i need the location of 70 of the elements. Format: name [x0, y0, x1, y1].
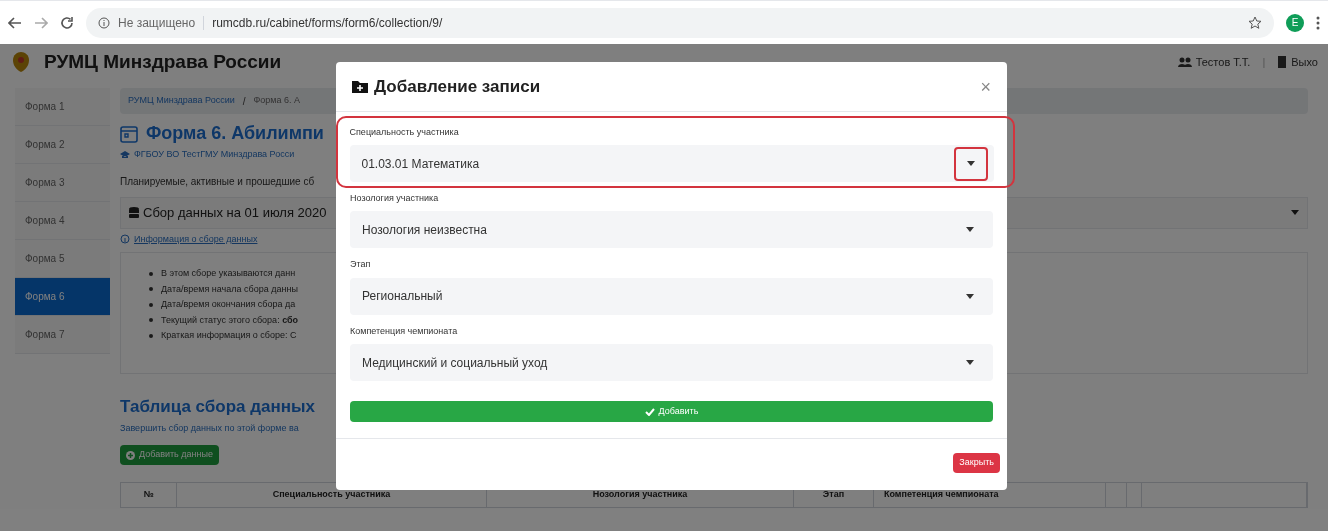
sidebar-item[interactable]: Форма 5	[15, 240, 110, 278]
security-label: Не защищено	[118, 14, 196, 32]
add-data-button[interactable]: Добавить данные	[120, 445, 219, 465]
bullet-icon	[149, 287, 153, 292]
organization-link[interactable]: ФГБОУ ВО ТестГМУ Минздрава Росси	[134, 148, 295, 162]
plus-circle-icon	[126, 450, 135, 460]
user-link[interactable]: Тестов Т.Т.	[1195, 53, 1251, 71]
address-bar[interactable]: Не защищено rumcdb.ru/cabinet/forms/form6/collection/9/	[86, 7, 1274, 38]
finish-link[interactable]: Завершить сбор данных по этой форме ва	[120, 421, 299, 435]
star-icon[interactable]	[1248, 15, 1262, 30]
calendar-icon	[120, 124, 138, 143]
modal-title: Добавление записи	[374, 75, 541, 98]
field-label: Нозология участника	[350, 191, 440, 205]
section-title: Таблица сбора данных	[120, 396, 315, 418]
caret-icon	[966, 360, 974, 365]
column-header: №	[143, 488, 154, 502]
bullet-icon	[149, 271, 153, 276]
separator: |	[1262, 54, 1266, 70]
avatar[interactable]: E	[1286, 13, 1304, 32]
caret-icon	[966, 227, 974, 232]
bullet-icon	[149, 318, 153, 323]
reload-icon[interactable]	[60, 15, 74, 30]
intro-text: Планируемые, активные и прошедшие сб	[120, 174, 315, 189]
users-icon	[1177, 57, 1192, 67]
close-dialog-button[interactable]: Закрыть	[953, 453, 1000, 473]
logout-link[interactable]: Выхо	[1291, 53, 1318, 71]
submit-button[interactable]: Добавить	[350, 401, 993, 422]
sidebar-item[interactable]: Форма 3	[15, 164, 110, 202]
sidebar-item[interactable]: Форма 1	[15, 88, 110, 126]
collection-label: Сбор данных на 01 июля 2020	[143, 203, 327, 222]
sidebar-item[interactable]: Форма 4	[15, 202, 110, 240]
url-text: rumcdb.ru/cabinet/forms/form6/collection/9/	[212, 14, 443, 32]
select-field[interactable]: Нозология неизвестна	[350, 211, 993, 248]
info-icon[interactable]	[98, 16, 110, 29]
breadcrumb-link[interactable]: РУМЦ Минздрава России	[128, 94, 235, 108]
select-field[interactable]: 01.03.01 Математика	[349, 145, 994, 182]
menu-icon[interactable]	[1316, 15, 1320, 30]
column-header: Специальность участника	[272, 488, 391, 502]
sidebar-item[interactable]: Форма 2	[15, 126, 110, 164]
caret-icon	[966, 293, 974, 299]
info-circle-icon	[120, 234, 130, 245]
page-title: Форма 6. Абилимпи	[146, 122, 324, 145]
info-item: Дата/время окончания сбора да	[161, 298, 296, 311]
sidebar-item[interactable]: Форма 7	[15, 316, 110, 354]
back-icon[interactable]	[8, 15, 22, 30]
site-title: РУМЦ Минздрава России	[44, 49, 282, 74]
info-item: Текущий статус этого сбора: сбо	[161, 313, 299, 327]
info-link[interactable]: Информация о сборе данных	[134, 232, 258, 246]
sidebar-item[interactable]: Форма 6	[15, 278, 110, 316]
select-field[interactable]: Региональный	[350, 277, 993, 315]
close-button[interactable]: ×	[980, 77, 991, 96]
caret-icon	[1291, 210, 1299, 215]
info-item: Дата/время начала сбора данны	[161, 282, 298, 296]
column-header: Этап	[822, 488, 845, 502]
graduation-cap-icon	[120, 150, 130, 159]
column-header: Нозология участника	[592, 488, 688, 502]
breadcrumb-separator: /	[241, 94, 247, 109]
folder-plus-icon	[352, 80, 368, 93]
field-label: Специальность участника	[349, 125, 460, 139]
select-field[interactable]: Медицинский и социальный уход	[350, 344, 993, 381]
field-label: Этап	[350, 258, 372, 271]
database-icon	[129, 206, 139, 219]
caret-icon	[966, 161, 975, 166]
field-label: Компетенция чемпионата	[350, 324, 459, 338]
bullet-icon	[149, 302, 153, 307]
column-header: Компетенция чемпионата	[884, 488, 999, 502]
info-item: Краткая информация о сборе: С	[161, 329, 297, 342]
info-item: В этом сборе указываются данн	[161, 267, 296, 280]
bullet-icon	[149, 333, 153, 338]
check-icon	[644, 407, 655, 416]
